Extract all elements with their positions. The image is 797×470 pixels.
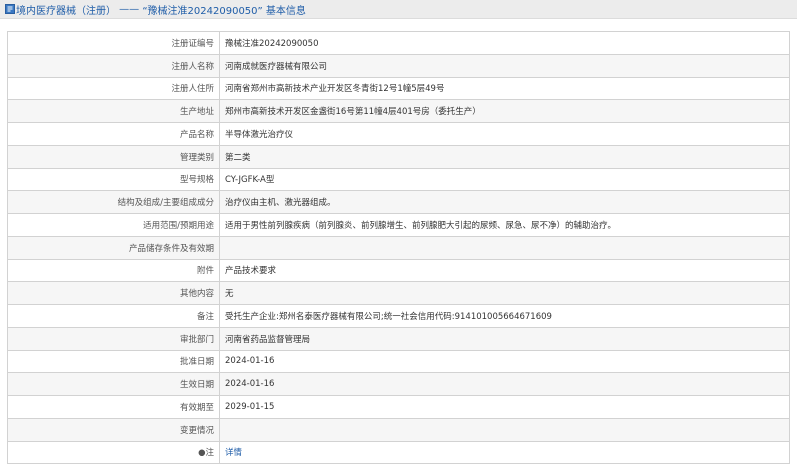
table-row-expiry-date: 有效期至 2029-01-15	[7, 395, 790, 419]
row-label: 产品储存条件及有效期	[7, 235, 220, 260]
page-title-registration-number: “豫械注准20242090050”	[142, 5, 263, 17]
row-value: 2029-01-15	[219, 395, 790, 419]
table-row-production-address: 生产地址 郑州市高新技术开发区金盏街16号第11幢4层401号房（委托生产）	[7, 99, 790, 123]
row-value: 豫械注准20242090050	[219, 31, 790, 55]
page-title-bar: 境内医疗器械（注册） —— “豫械注准20242090050” 基本信息	[0, 0, 797, 19]
table-row-product-name: 产品名称 半导体激光治疗仪	[7, 122, 790, 146]
table-row-approval-date: 批准日期 2024-01-16	[7, 349, 790, 374]
row-label: 其他内容	[7, 281, 220, 305]
row-label: 型号规格	[7, 167, 220, 192]
table-row-registration-number: 注册证编号 豫械注准20242090050	[7, 31, 790, 55]
row-label: 有效期至	[7, 395, 220, 419]
row-value: CY-JGFK-A型	[219, 167, 790, 192]
row-value: 2024-01-16	[219, 372, 790, 396]
table-row-change-history: 变更情况	[7, 417, 790, 442]
row-value-cell: 详情	[219, 440, 790, 465]
row-label: 审批部门	[7, 326, 220, 351]
row-value: 河南省郑州市高新技术产业开发区冬青街12号1幢5层49号	[219, 76, 790, 101]
row-value: 2024-01-16	[219, 349, 790, 374]
details-link[interactable]: 详情	[225, 448, 242, 458]
row-label: 变更情况	[7, 417, 220, 442]
row-value: 产品技术要求	[219, 258, 790, 283]
row-label: 生效日期	[7, 372, 220, 396]
row-value	[219, 417, 790, 442]
row-value: 受托生产企业:郑州名泰医疗器械有限公司;统一社会信用代码:91410100566…	[219, 304, 790, 328]
row-value: 适用于男性前列腺疾病（前列腺炎、前列腺增生、前列腺肥大引起的尿频、尿急、尿不净）…	[219, 213, 790, 237]
row-value: 治疗仪由主机、激光器组成。	[219, 190, 790, 214]
row-label: 备注	[7, 304, 220, 328]
row-label: 生产地址	[7, 99, 220, 123]
row-label: 附件	[7, 258, 220, 283]
table-row-remarks: 备注 受托生产企业:郑州名泰医疗器械有限公司;统一社会信用代码:91410100…	[7, 304, 790, 328]
table-row-effective-date: 生效日期 2024-01-16	[7, 372, 790, 396]
row-value: 第二类	[219, 144, 790, 169]
page-title-suffix: 基本信息	[262, 5, 306, 17]
document-icon	[5, 4, 15, 14]
row-value: 郑州市高新技术开发区金盏街16号第11幢4层401号房（委托生产）	[219, 99, 790, 123]
page-title-separator: ——	[116, 3, 143, 15]
row-value: 半导体激光治疗仪	[219, 122, 790, 146]
row-value	[219, 235, 790, 260]
row-label: 注册人名称	[7, 53, 220, 78]
table-row-note: ●注 详情	[7, 440, 790, 465]
row-label: 批准日期	[7, 349, 220, 374]
table-row-storage-validity: 产品储存条件及有效期	[7, 235, 790, 260]
table-row-registrant-address: 注册人住所 河南省郑州市高新技术产业开发区冬青街12号1幢5层49号	[7, 76, 790, 101]
row-label: 注册人住所	[7, 76, 220, 101]
row-value: 河南成就医疗器械有限公司	[219, 53, 790, 78]
row-value: 无	[219, 281, 790, 305]
detail-table-container: 注册证编号 豫械注准20242090050 注册人名称 河南成就医疗器械有限公司…	[7, 31, 790, 465]
registration-detail-table: 注册证编号 豫械注准20242090050 注册人名称 河南成就医疗器械有限公司…	[7, 31, 790, 465]
table-row-registrant-name: 注册人名称 河南成就医疗器械有限公司	[7, 53, 790, 78]
row-label: 结构及组成/主要组成成分	[7, 190, 220, 214]
table-row-model-spec: 型号规格 CY-JGFK-A型	[7, 167, 790, 192]
table-row-management-category: 管理类别 第二类	[7, 144, 790, 169]
table-row-structure-composition: 结构及组成/主要组成成分 治疗仪由主机、激光器组成。	[7, 190, 790, 214]
table-row-other-content: 其他内容 无	[7, 281, 790, 305]
row-value: 河南省药品监督管理局	[219, 326, 790, 351]
table-row-attachment: 附件 产品技术要求	[7, 258, 790, 283]
page-title-category: 境内医疗器械（注册）	[16, 5, 116, 17]
row-label: 产品名称	[7, 122, 220, 146]
row-label: 适用范围/预期用途	[7, 213, 220, 237]
row-label: 注册证编号	[7, 31, 220, 55]
row-label: ●注	[7, 440, 220, 465]
row-label: 管理类别	[7, 144, 220, 169]
table-row-intended-use: 适用范围/预期用途 适用于男性前列腺疾病（前列腺炎、前列腺增生、前列腺肥大引起的…	[7, 213, 790, 237]
table-row-approval-department: 审批部门 河南省药品监督管理局	[7, 326, 790, 351]
